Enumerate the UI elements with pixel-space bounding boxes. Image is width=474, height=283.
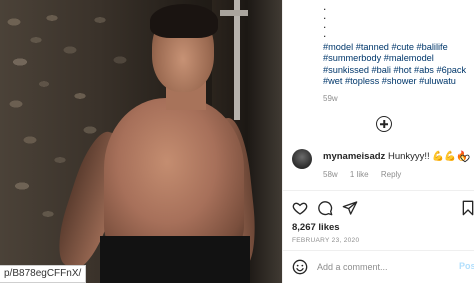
- hashtag-link[interactable]: #uluwatu: [419, 76, 456, 86]
- comment-body: mynameisadz Hunkyyy!! 💪💪🔥: [323, 151, 468, 162]
- heart-icon[interactable]: [460, 153, 470, 163]
- hashtag-link[interactable]: #bali: [372, 65, 391, 75]
- post-photo[interactable]: p/B878egCFFnX/: [0, 0, 282, 283]
- divider: [283, 190, 474, 191]
- heart-icon[interactable]: [292, 200, 308, 216]
- hashtag-link[interactable]: #balilife: [417, 42, 448, 52]
- hashtag-link[interactable]: #malemodel: [384, 53, 434, 63]
- caption-dot: .: [323, 26, 327, 40]
- caption-dots: . . . .: [323, 0, 327, 40]
- comment-text: Hunkyyy!! 💪💪🔥: [387, 151, 468, 162]
- hashtag-link[interactable]: #wet: [323, 76, 342, 86]
- shower-pipe: [234, 0, 240, 120]
- post-details-panel: . . . . #model #tanned #cute #balilife #…: [282, 0, 474, 283]
- comment-username[interactable]: mynameisadz: [323, 151, 385, 162]
- comment-likes[interactable]: 1 like: [350, 170, 369, 179]
- hashtag-link[interactable]: #sunkissed: [323, 65, 369, 75]
- reply-button[interactable]: Reply: [381, 170, 401, 179]
- person-hair: [150, 4, 218, 38]
- hashtag-link[interactable]: #cute: [391, 42, 413, 52]
- hashtag-link[interactable]: #summerbody: [323, 53, 381, 63]
- person-torso: [104, 98, 244, 258]
- comment-meta: 58w 1 like Reply: [323, 170, 411, 179]
- bookmark-icon[interactable]: [460, 200, 474, 216]
- shower-pipe-joint: [220, 10, 248, 16]
- hashtag-link[interactable]: #abs: [414, 65, 434, 75]
- divider: [283, 250, 474, 251]
- avatar[interactable]: [292, 149, 312, 169]
- likes-count[interactable]: 8,267 likes: [292, 222, 340, 233]
- hashtag-link[interactable]: #hot: [394, 65, 412, 75]
- hashtag-link[interactable]: #model: [323, 42, 353, 52]
- share-icon[interactable]: [342, 200, 358, 216]
- add-comment-input[interactable]: [317, 259, 447, 275]
- person-shorts: [100, 236, 250, 283]
- load-more-icon[interactable]: [376, 116, 392, 132]
- status-url-bar: p/B878egCFFnX/: [0, 265, 87, 283]
- hashtag-link[interactable]: #tanned: [356, 42, 389, 52]
- post-comment-button[interactable]: Post: [459, 261, 474, 271]
- comment-icon[interactable]: [317, 200, 333, 216]
- hashtag-link[interactable]: #shower: [382, 76, 417, 86]
- caption-time[interactable]: 59w: [323, 94, 338, 103]
- comment-time[interactable]: 58w: [323, 170, 338, 179]
- hashtag-link[interactable]: #topless: [345, 76, 379, 86]
- post-date: FEBRUARY 23, 2020: [292, 237, 360, 244]
- emoji-icon[interactable]: [292, 259, 308, 275]
- caption-hashtags: #model #tanned #cute #balilife #summerbo…: [323, 42, 473, 88]
- hashtag-link[interactable]: #6pack: [436, 65, 466, 75]
